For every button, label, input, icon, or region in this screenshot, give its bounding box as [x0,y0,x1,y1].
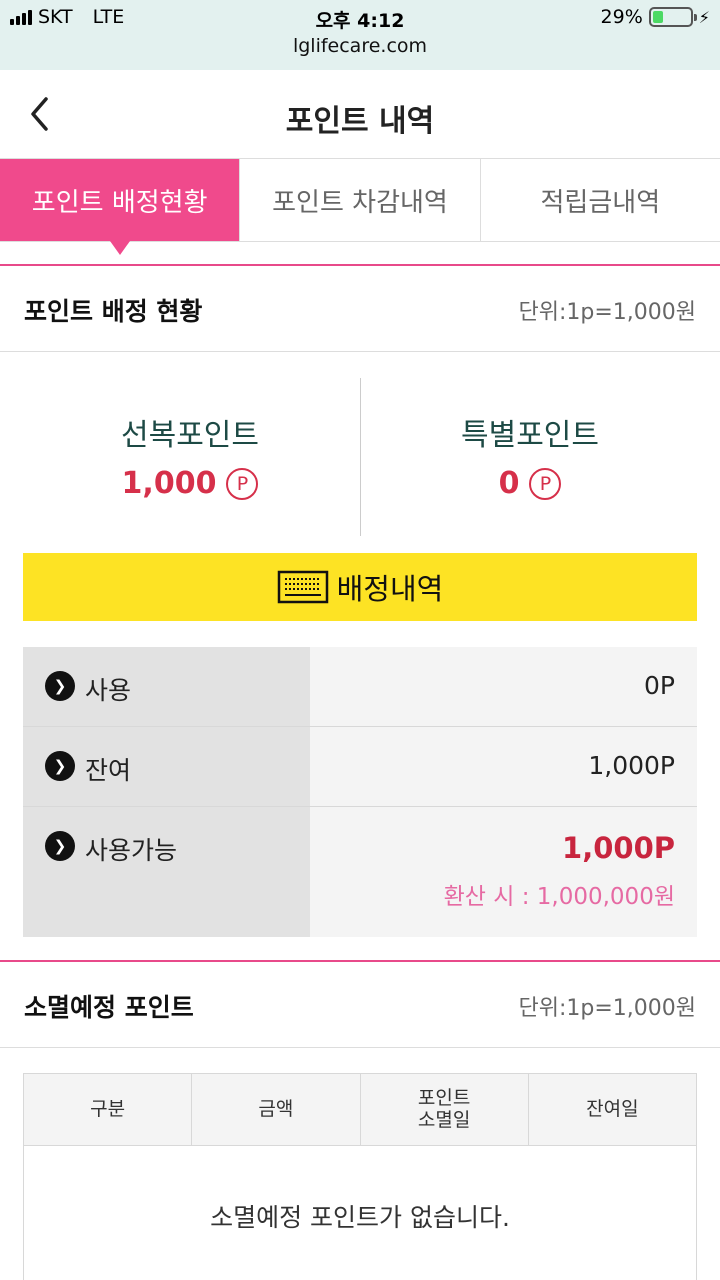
expiry-title: 소멸예정 포인트 [24,993,194,1022]
chevron-right-circle-icon: ❯ [45,751,75,781]
expiry-table-header: 구분 금액 포인트 소멸일 잔여일 [24,1074,696,1146]
usage-row-remaining: ❯ 잔여 1,000P [23,727,697,807]
usage-label: 사용가능 [85,836,178,865]
points-summary: 선복포인트 1,000 P 특별포인트 0 P [0,378,720,536]
keyboard-icon [277,570,328,604]
allocation-section-header: 포인트 배정 현황 단위:1p=1,000원 [0,266,720,352]
usage-row-available: ❯ 사용가능 1,000P 환산 시 : 1,000,000원 [23,807,697,937]
status-right: 29% ⚡ [601,6,710,28]
tab-deduction-history[interactable]: 포인트 차감내역 [239,159,480,241]
page-title: 포인트 내역 [285,104,435,139]
chevron-right-circle-icon: ❯ [45,831,75,861]
column-header-days-left: 잔여일 [527,1074,696,1145]
column-header-amount: 금액 [191,1074,359,1145]
special-points-value: 0 [498,466,520,501]
usage-label: 잔여 [85,756,132,785]
point-symbol-icon: P [529,467,562,500]
chevron-right-circle-icon: ❯ [45,671,75,701]
usage-label-cell: ❯ 사용가능 [23,807,310,937]
expiry-section-header: 소멸예정 포인트 단위:1p=1,000원 [0,962,720,1048]
usage-label: 사용 [85,676,132,705]
battery-icon [648,7,697,27]
usage-row-used: ❯ 사용 0P [23,647,697,727]
usage-value: 1,000P [310,727,697,806]
status-bar: SKT LTE 오후 4:12 29% ⚡ lglifecare.com [0,0,720,70]
prepaid-points-label: 선복포인트 [121,418,259,453]
column-header-category: 구분 [90,1097,126,1120]
allocation-title: 포인트 배정 현황 [24,297,203,326]
expiry-table: 구분 금액 포인트 소멸일 잔여일 소멸예정 포인트가 없습니다. [23,1073,697,1280]
prepaid-points-value-row: 1,000 P [10,466,370,501]
allocation-history-label: 배정내역 [336,572,444,606]
tab-allocation-status[interactable]: 포인트 배정현황 [0,159,240,255]
special-points: 특별포인트 0 P [350,378,710,536]
allocation-unit: 단위:1p=1,000원 [518,300,696,325]
page-header: 포인트 내역 [0,70,720,158]
allocation-history-button[interactable]: 배정내역 [23,553,697,621]
charging-icon: ⚡ [698,7,710,27]
prepaid-points: 선복포인트 1,000 P [10,378,370,536]
special-points-value-row: 0 P [350,466,710,501]
point-symbol-icon: P [226,467,259,500]
special-points-label: 특별포인트 [461,418,599,453]
column-header-expiry-date: 포인트 소멸일 [359,1074,528,1145]
prepaid-points-value: 1,000 [121,466,217,501]
usage-table: ❯ 사용 0P ❯ 잔여 1,000P ❯ 사용가능 1,000P 환산 시 :… [23,647,697,937]
usage-value-cell: 1,000P 환산 시 : 1,000,000원 [310,807,697,937]
tab-bar: 포인트 배정현황 포인트 차감내역 적립금내역 [0,158,720,255]
tab-savings-history[interactable]: 적립금내역 [479,159,720,241]
usage-label-cell: ❯ 잔여 [23,727,310,806]
battery-percent: 29% [600,6,643,28]
usage-label-cell: ❯ 사용 [23,647,310,726]
available-points-value: 1,000P [562,831,675,865]
converted-amount: 환산 시 : 1,000,000원 [443,884,675,910]
usage-value: 0P [310,647,697,726]
expiry-empty-message: 소멸예정 포인트가 없습니다. [24,1146,696,1280]
expiry-unit: 단위:1p=1,000원 [518,996,696,1021]
browser-url[interactable]: lglifecare.com [0,35,720,57]
